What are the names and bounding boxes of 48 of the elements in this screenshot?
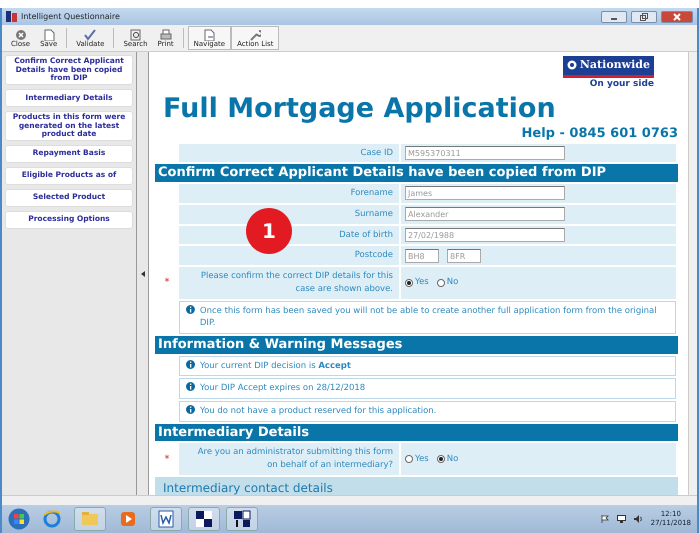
collapse-arrow-icon[interactable] (140, 270, 144, 276)
page-title: Full Mortgage Application (163, 93, 557, 126)
info-message: Once this form has been saved you will not be able to create another full application form from the original DIP. (200, 304, 658, 330)
minimize-button[interactable] (601, 10, 627, 22)
info-message: You do not have a product reserved for this application. (200, 405, 436, 418)
logo-tagline: On your side (590, 78, 654, 90)
info-icon (186, 304, 195, 314)
section-heading: Intermediary Details (155, 424, 678, 442)
section-heading: Information & Warning Messages (155, 336, 678, 354)
checkmark-icon (84, 28, 96, 40)
restore-icon (640, 12, 648, 20)
info-icon (186, 360, 195, 369)
question-label: Are you an administrator submitting this form on behalf of an intermediary? (179, 443, 399, 475)
required-marker: * (164, 276, 170, 290)
field-label: Postcode (354, 250, 393, 260)
field-label: Case ID (360, 148, 393, 158)
section-heading: Confirm Correct Applicant Details have been copied from DIP (155, 164, 678, 182)
start-button[interactable] (8, 508, 30, 530)
required-marker: * (164, 452, 170, 467)
document-icon (203, 28, 216, 40)
app-icon (6, 11, 17, 22)
speaker-icon[interactable] (634, 515, 643, 523)
subsection-heading: Intermediary contact details (155, 476, 678, 495)
close-icon (673, 12, 681, 20)
printer-icon (160, 28, 172, 40)
questionnaire-app-icon[interactable] (232, 509, 252, 529)
field-label: Date of birth (339, 230, 393, 240)
checker-icon[interactable] (194, 509, 214, 529)
emblem-icon (566, 60, 577, 70)
help-phone: Help - 0845 601 0763 (522, 127, 678, 142)
save-icon (42, 28, 55, 40)
info-icon (186, 382, 195, 392)
search-icon (130, 28, 142, 40)
question-label: Please confirm the correct DIP details for this case are shown above. (179, 267, 399, 299)
info-icon (186, 405, 195, 414)
wrench-icon (249, 28, 262, 40)
field-label: Forename (350, 188, 393, 198)
flag-icon[interactable] (600, 515, 609, 523)
word-processor-icon[interactable] (156, 509, 176, 529)
info-message: Your current DIP decision is Accept (200, 360, 351, 372)
info-message: Your DIP Accept expires on 28/12/2018 (200, 382, 366, 396)
media-player-icon[interactable] (118, 509, 138, 529)
close-icon (14, 28, 27, 40)
field-label: Surname (354, 208, 393, 219)
logo-text: Nationwide (580, 57, 650, 73)
restore-button[interactable] (631, 10, 657, 22)
window-title: Intelligent Questionnaire (21, 10, 120, 22)
close-button[interactable] (661, 10, 693, 22)
